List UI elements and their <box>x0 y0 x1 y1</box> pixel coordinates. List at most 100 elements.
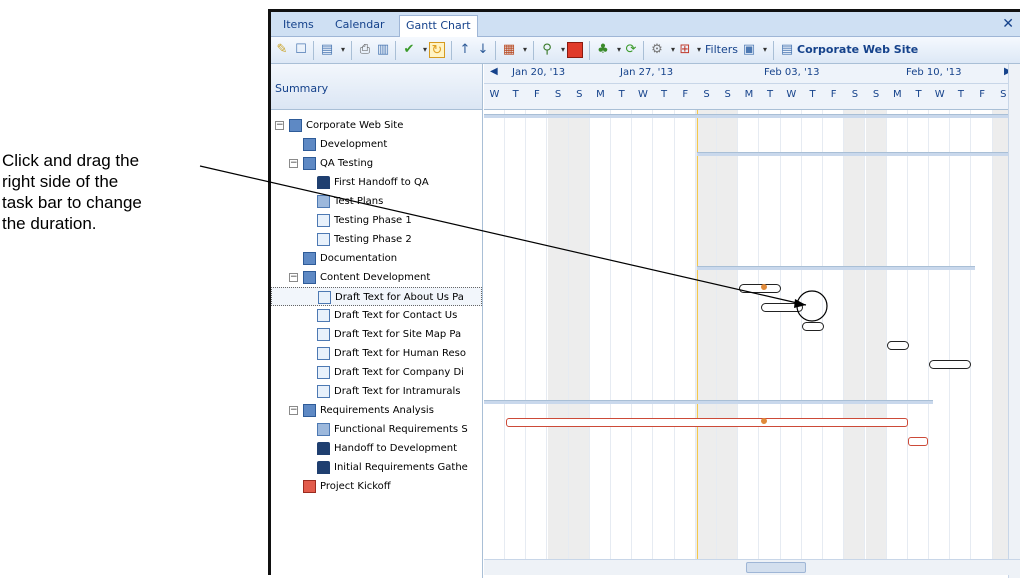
move-up-icon[interactable]: ↑ <box>457 42 473 58</box>
day-label: M <box>596 89 605 100</box>
day-label: T <box>661 89 668 100</box>
task-row[interactable]: Initial Requirements Gathe <box>271 458 482 477</box>
task-row[interactable]: Functional Requirements S <box>271 420 482 439</box>
move-down-icon[interactable]: ↓ <box>475 42 491 58</box>
project-selector[interactable]: Corporate Web Site <box>797 43 918 56</box>
toolbar-separator <box>643 41 644 60</box>
day-label: T <box>809 89 816 100</box>
vertical-scrollbar[interactable] <box>1008 64 1020 578</box>
refresh-icon[interactable]: ↻ <box>429 42 445 58</box>
chevron-down-icon[interactable]: ▾ <box>757 42 773 58</box>
resource-icon[interactable]: ♣ <box>595 42 611 58</box>
day-column <box>568 110 590 562</box>
check-icon[interactable]: ✔ <box>401 42 417 58</box>
task-label: Draft Text for About Us Pa <box>335 292 464 303</box>
day-column <box>760 110 781 562</box>
task-row[interactable]: Draft Text for Human Reso <box>271 344 482 363</box>
summary-icon <box>303 404 316 417</box>
summary-bar-qa-testing[interactable] <box>697 152 1014 156</box>
scroll-left-icon[interactable]: ◀ <box>490 66 498 77</box>
task-bar-contact-us[interactable] <box>761 303 803 312</box>
toolbar-separator <box>351 41 352 60</box>
task-bar-functional-requirements[interactable] <box>506 418 908 427</box>
summary-bar-corporate-web-site[interactable] <box>484 114 1014 118</box>
critical-path-icon[interactable] <box>567 42 583 58</box>
chevron-down-icon[interactable]: ▾ <box>517 42 533 58</box>
tab-gantt-chart[interactable]: Gantt Chart <box>399 15 478 37</box>
edit-item-icon[interactable]: ☐ <box>293 42 309 58</box>
task-icon <box>317 233 330 246</box>
task-row[interactable]: Testing Phase 2 <box>271 230 482 249</box>
chevron-down-icon[interactable]: ▾ <box>335 42 351 58</box>
day-column <box>908 110 929 562</box>
task-bar-about-us[interactable] <box>739 284 781 293</box>
task-icon <box>317 347 330 360</box>
summary-bar-content-development[interactable] <box>697 266 975 270</box>
task-icon <box>317 309 330 322</box>
tab-calendar[interactable]: Calendar <box>329 17 390 37</box>
delete-icon[interactable]: ▥ <box>375 42 391 58</box>
week-header: ◀ Jan 20, '13 Jan 27, '13 Feb 03, '13 Fe… <box>484 64 1020 84</box>
summary-icon <box>303 157 316 170</box>
task-row[interactable]: Documentation <box>271 249 482 268</box>
task-row[interactable]: − Requirements Analysis <box>271 401 482 420</box>
day-label: M <box>744 89 754 100</box>
instruction-callout: Click and drag the right side of the tas… <box>2 150 217 234</box>
day-column <box>611 110 633 562</box>
horizontal-scrollbar[interactable] <box>484 559 1020 575</box>
grid-icon[interactable]: ▦ <box>501 42 517 58</box>
pencil-icon[interactable]: ✎ <box>274 42 290 58</box>
day-label: T <box>767 89 774 100</box>
filters-button[interactable]: Filters <box>705 43 738 56</box>
day-label: M <box>892 89 902 100</box>
filter-icon[interactable]: ▣ <box>741 42 757 58</box>
task-bar-site-map[interactable] <box>802 322 824 331</box>
settings-icon[interactable]: ⚙ <box>649 42 665 58</box>
day-label: S <box>724 89 731 100</box>
task-row[interactable]: Draft Text for Company Di <box>271 363 482 382</box>
summary-bar-requirements-analysis[interactable] <box>484 400 933 404</box>
task-label: Development <box>320 139 388 150</box>
collapse-icon[interactable]: − <box>289 273 298 282</box>
task-row[interactable]: − Corporate Web Site <box>271 116 482 135</box>
task-row[interactable]: Draft Text for Contact Us <box>271 306 482 325</box>
task-row[interactable]: − QA Testing <box>271 154 482 173</box>
task-label: Draft Text for Intramurals <box>334 386 461 397</box>
day-label: F <box>682 89 689 100</box>
day-label: F <box>830 89 837 100</box>
task-row[interactable]: Testing Phase 1 <box>271 211 482 230</box>
task-row[interactable]: Test Plans <box>271 192 482 211</box>
tab-items[interactable]: Items <box>277 17 320 37</box>
link-icon[interactable]: ⚲ <box>539 42 555 58</box>
task-row[interactable]: First Handoff to QA <box>271 173 482 192</box>
task-row[interactable]: Draft Text for About Us Pa <box>271 287 482 306</box>
task-label: Requirements Analysis <box>320 405 434 416</box>
task-bar-company-directory[interactable] <box>929 360 971 369</box>
collapse-icon[interactable]: − <box>275 121 284 130</box>
toolbar: ✎ ☐ ▤ ▾ ⎙ ▥ ✔ ▾ ↻ ↑ ↓ ▦ ▾ ⚲ ▾ ♣ ▾ ⟳ ⚙ ▾ … <box>271 37 1020 64</box>
day-column <box>781 110 802 562</box>
scroll-thumb[interactable] <box>746 562 806 573</box>
summary-icon <box>303 138 316 151</box>
week-label: Jan 20, '13 <box>512 67 566 78</box>
collapse-icon[interactable]: − <box>289 159 298 168</box>
new-item-icon[interactable]: ▤ <box>319 42 335 58</box>
sync-icon[interactable]: ⟳ <box>623 42 639 58</box>
task-bar-human-resources[interactable] <box>887 341 909 350</box>
task-row[interactable]: Project Kickoff <box>271 477 482 496</box>
task-label: QA Testing <box>320 158 374 169</box>
summary-column-header[interactable]: Summary <box>271 64 482 110</box>
task-tree-panel: Summary − Corporate Web Site Development − Q… <box>271 64 483 578</box>
task-row[interactable]: Development <box>271 135 482 154</box>
task-row[interactable]: Draft Text for Site Map Pa <box>271 325 482 344</box>
task-icon <box>317 366 330 379</box>
day-label: T <box>915 89 922 100</box>
task-row[interactable]: Handoff to Development <box>271 439 482 458</box>
close-icon[interactable]: ✕ <box>1002 16 1014 32</box>
print-icon[interactable]: ⎙ <box>357 42 373 58</box>
task-row[interactable]: Draft Text for Intramurals <box>271 382 482 401</box>
task-bar-handoff-to-development[interactable] <box>908 437 928 446</box>
task-icon <box>317 385 330 398</box>
collapse-icon[interactable]: − <box>289 406 298 415</box>
task-row[interactable]: − Content Development <box>271 268 482 287</box>
